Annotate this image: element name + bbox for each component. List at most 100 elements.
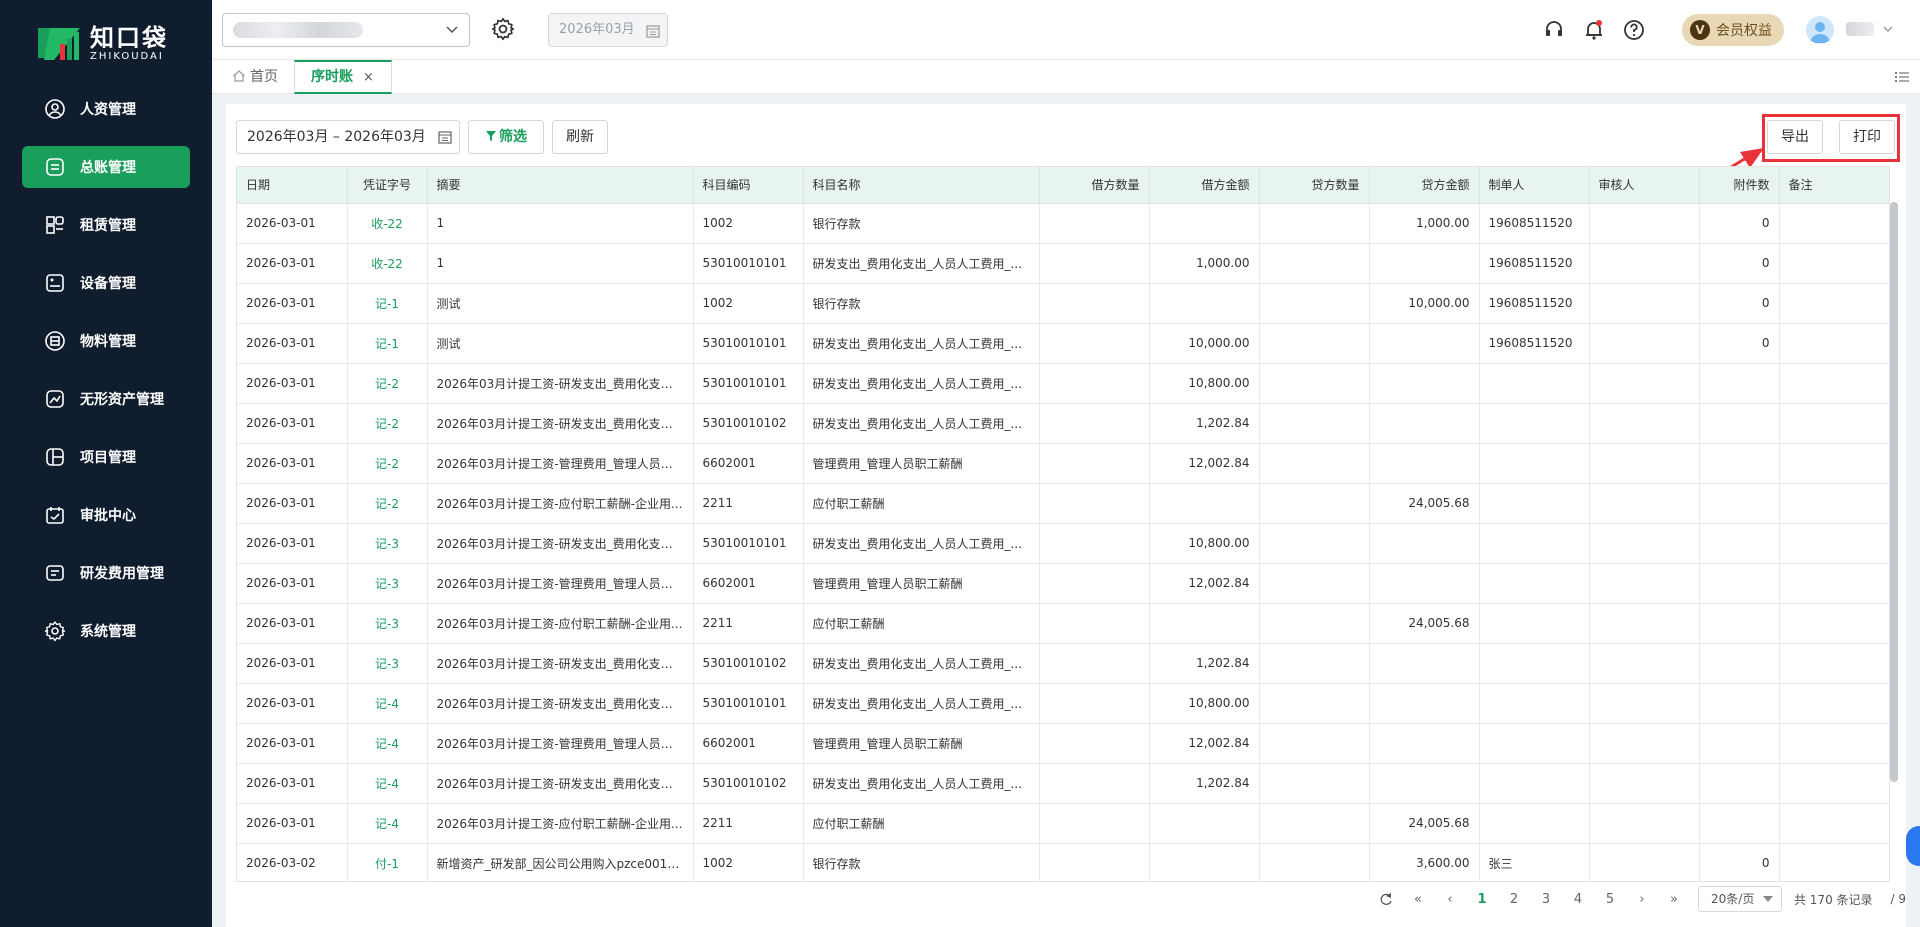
filter-button[interactable]: 筛选 [468, 120, 544, 154]
voucher-link[interactable]: 付-1 [347, 843, 428, 881]
column-header[interactable]: 借方金额 [1149, 167, 1260, 204]
bell-icon[interactable] [1582, 18, 1606, 42]
voucher-link[interactable]: 记-2 [347, 363, 428, 404]
column-header[interactable]: 日期 [237, 167, 348, 204]
page-number[interactable]: 1 [1466, 892, 1498, 907]
column-header[interactable]: 审核人 [1589, 167, 1700, 204]
page-size-select[interactable]: 20条/页 [1698, 886, 1782, 912]
voucher-link[interactable]: 记-4 [347, 803, 428, 844]
column-header[interactable]: 凭证字号 [347, 167, 428, 204]
first-page-icon[interactable]: « [1402, 892, 1434, 907]
voucher-link[interactable]: 记-2 [347, 483, 428, 524]
table-row[interactable]: 2026-03-01 记-4 2026年03月计提工资-管理费用_管理人员职... 6… [237, 723, 1889, 764]
table-row[interactable]: 2026-03-01 记-2 2026年03月计提工资-研发支出_费用化支出_...… [237, 363, 1889, 404]
column-header[interactable]: 摘要 [427, 167, 694, 204]
tab-list-icon[interactable] [1894, 69, 1910, 85]
logo-mark-icon [38, 28, 80, 60]
chat-bubble-icon[interactable] [1906, 826, 1920, 866]
voucher-link[interactable]: 收-22 [347, 203, 428, 244]
page-number[interactable]: 3 [1530, 892, 1562, 907]
table-cell [1259, 523, 1370, 564]
table-row[interactable]: 2026-03-01 记-3 2026年03月计提工资-研发支出_费用化支出_...… [237, 523, 1889, 564]
table-row[interactable]: 2026-03-01 收-22 1 53010010101 研发支出_费用化支出_人员人… [237, 243, 1889, 284]
column-header[interactable]: 贷方数量 [1259, 167, 1370, 204]
tab-journal[interactable]: 序时账 × [294, 60, 392, 94]
sidebar-item-8[interactable]: 研发费用管理 [22, 552, 190, 594]
table-row[interactable]: 2026-03-01 记-3 2026年03月计提工资-管理费用_管理人员职... 6… [237, 563, 1889, 604]
column-header[interactable]: 贷方金额 [1369, 167, 1480, 204]
table-row[interactable]: 2026-03-01 记-4 2026年03月计提工资-研发支出_费用化支出_...… [237, 683, 1889, 724]
chevron-down-icon[interactable] [1882, 22, 1894, 36]
company-select[interactable] [222, 13, 470, 47]
help-icon[interactable] [1622, 18, 1646, 42]
voucher-link[interactable]: 记-2 [347, 443, 428, 484]
table-row[interactable]: 2026-03-01 记-4 2026年03月计提工资-研发支出_费用化支出_...… [237, 763, 1889, 804]
table-row[interactable]: 2026-03-01 记-1 测试 53010010101 研发支出_费用化支出_人员人… [237, 323, 1889, 364]
period-picker[interactable]: 2026年03月 [548, 13, 668, 47]
voucher-link[interactable]: 记-3 [347, 523, 428, 564]
sidebar-item-0[interactable]: 人资管理 [22, 88, 190, 130]
table-row[interactable]: 2026-03-01 记-3 2026年03月计提工资-应付职工薪酬-企业用... 2… [237, 603, 1889, 644]
sidebar-item-4[interactable]: 物料管理 [22, 320, 190, 362]
refresh-button[interactable]: 刷新 [552, 120, 608, 154]
table-cell [1779, 643, 1889, 684]
voucher-link[interactable]: 记-3 [347, 603, 428, 644]
avatar[interactable] [1806, 16, 1834, 44]
table-cell [1589, 203, 1700, 244]
table-cell [1039, 363, 1150, 404]
tab-home[interactable]: 首页 [220, 60, 290, 94]
gear-icon[interactable] [490, 16, 516, 42]
voucher-link[interactable]: 记-1 [347, 283, 428, 324]
filter-icon [486, 131, 496, 141]
table-row[interactable]: 2026-03-02 付-1 新增资产_研发部_因公司公用购入pzce001_...… [237, 843, 1889, 881]
table-row[interactable]: 2026-03-01 记-1 测试 1002 银行存款 10,000.00 19608511… [237, 283, 1889, 324]
table-row[interactable]: 2026-03-01 记-2 2026年03月计提工资-管理费用_管理人员职... 6… [237, 443, 1889, 484]
date-range-picker[interactable]: 2026年03月 – 2026年03月 [236, 120, 460, 154]
table-scrollbar[interactable] [1890, 202, 1898, 782]
table-cell: 2026年03月计提工资-管理费用_管理人员职... [427, 563, 694, 604]
column-header[interactable]: 制单人 [1479, 167, 1590, 204]
voucher-link[interactable]: 记-3 [347, 643, 428, 684]
column-header[interactable]: 借方数量 [1039, 167, 1150, 204]
table-cell [1479, 763, 1590, 804]
last-page-icon[interactable]: » [1658, 892, 1690, 907]
next-page-icon[interactable]: › [1626, 892, 1658, 907]
sidebar-item-6[interactable]: 项目管理 [22, 436, 190, 478]
headset-icon[interactable] [1542, 18, 1566, 42]
rd-icon [44, 562, 66, 584]
voucher-link[interactable]: 记-4 [347, 763, 428, 804]
voucher-link[interactable]: 记-4 [347, 723, 428, 764]
voucher-link[interactable]: 记-1 [347, 323, 428, 364]
table-cell: 2026年03月计提工资-研发支出_费用化支出_... [427, 643, 694, 684]
page-number[interactable]: 5 [1594, 892, 1626, 907]
username-redacted[interactable] [1846, 22, 1874, 36]
prev-page-icon[interactable]: ‹ [1434, 892, 1466, 907]
column-header[interactable]: 备注 [1779, 167, 1889, 204]
vip-benefits-button[interactable]: V 会员权益 [1682, 14, 1784, 46]
column-header[interactable]: 附件数 [1699, 167, 1780, 204]
column-header[interactable]: 科目名称 [803, 167, 1040, 204]
sidebar-item-7[interactable]: 审批中心 [22, 494, 190, 536]
table-cell: 10,800.00 [1149, 363, 1260, 404]
column-header[interactable]: 科目编码 [693, 167, 804, 204]
table-row[interactable]: 2026-03-01 收-22 1 1002 银行存款 1,000.00 196085115… [237, 203, 1889, 244]
sidebar-item-9[interactable]: 系统管理 [22, 610, 190, 652]
sidebar-item-2[interactable]: 租赁管理 [22, 204, 190, 246]
voucher-link[interactable]: 记-2 [347, 403, 428, 444]
page-number[interactable]: 2 [1498, 892, 1530, 907]
voucher-link[interactable]: 收-22 [347, 243, 428, 284]
refresh-icon[interactable] [1370, 892, 1402, 906]
tab-close-icon[interactable]: × [363, 70, 374, 85]
sidebar-item-5[interactable]: 无形资产管理 [22, 378, 190, 420]
page-number[interactable]: 4 [1562, 892, 1594, 907]
sidebar-item-1[interactable]: 总账管理 [22, 146, 190, 188]
table-row[interactable]: 2026-03-01 记-2 2026年03月计提工资-研发支出_费用化支出_...… [237, 403, 1889, 444]
table-row[interactable]: 2026-03-01 记-3 2026年03月计提工资-研发支出_费用化支出_...… [237, 643, 1889, 684]
voucher-link[interactable]: 记-3 [347, 563, 428, 604]
table-cell [1779, 403, 1889, 444]
sidebar-item-3[interactable]: 设备管理 [22, 262, 190, 304]
table-row[interactable]: 2026-03-01 记-4 2026年03月计提工资-应付职工薪酬-企业用... 2… [237, 803, 1889, 844]
table-row[interactable]: 2026-03-01 记-2 2026年03月计提工资-应付职工薪酬-企业用... 2… [237, 483, 1889, 524]
table-cell [1039, 483, 1150, 524]
voucher-link[interactable]: 记-4 [347, 683, 428, 724]
